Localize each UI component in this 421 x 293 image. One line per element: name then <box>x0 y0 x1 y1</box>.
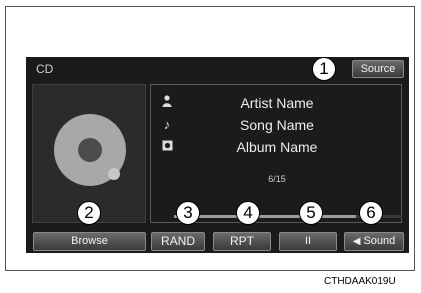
callout-2: 2 <box>77 201 101 225</box>
sound-button[interactable]: ◀ Sound <box>344 232 404 251</box>
callout-4: 4 <box>236 201 260 225</box>
screen-title: CD <box>36 62 54 76</box>
song-row: ♪ Song Name <box>151 115 403 135</box>
figure-caption: CTHDAAK019U <box>324 276 396 287</box>
repeat-button[interactable]: RPT <box>213 232 271 251</box>
speaker-icon: ◀ <box>352 236 361 247</box>
artist-row: Artist Name <box>151 93 403 113</box>
callout-5: 5 <box>299 201 323 225</box>
pause-icon: II <box>304 235 312 247</box>
cd-disc-icon <box>54 114 126 186</box>
pause-button[interactable]: II <box>279 232 337 251</box>
song-name: Song Name <box>240 117 314 133</box>
callout-1: 1 <box>312 57 336 81</box>
disc-ring <box>78 138 120 180</box>
disc-hole <box>108 168 120 180</box>
sound-label: Sound <box>363 235 396 247</box>
album-name: Album Name <box>236 139 318 155</box>
artist-name: Artist Name <box>240 95 314 111</box>
progress-fill <box>174 215 357 218</box>
album-row: Album Name <box>151 137 403 157</box>
callout-6: 6 <box>359 201 383 225</box>
track-number: 6/15 <box>268 174 286 184</box>
callout-3: 3 <box>176 201 200 225</box>
source-button[interactable]: Source <box>352 60 404 78</box>
browse-button[interactable]: Browse <box>33 232 146 251</box>
random-button[interactable]: RAND <box>151 232 205 251</box>
